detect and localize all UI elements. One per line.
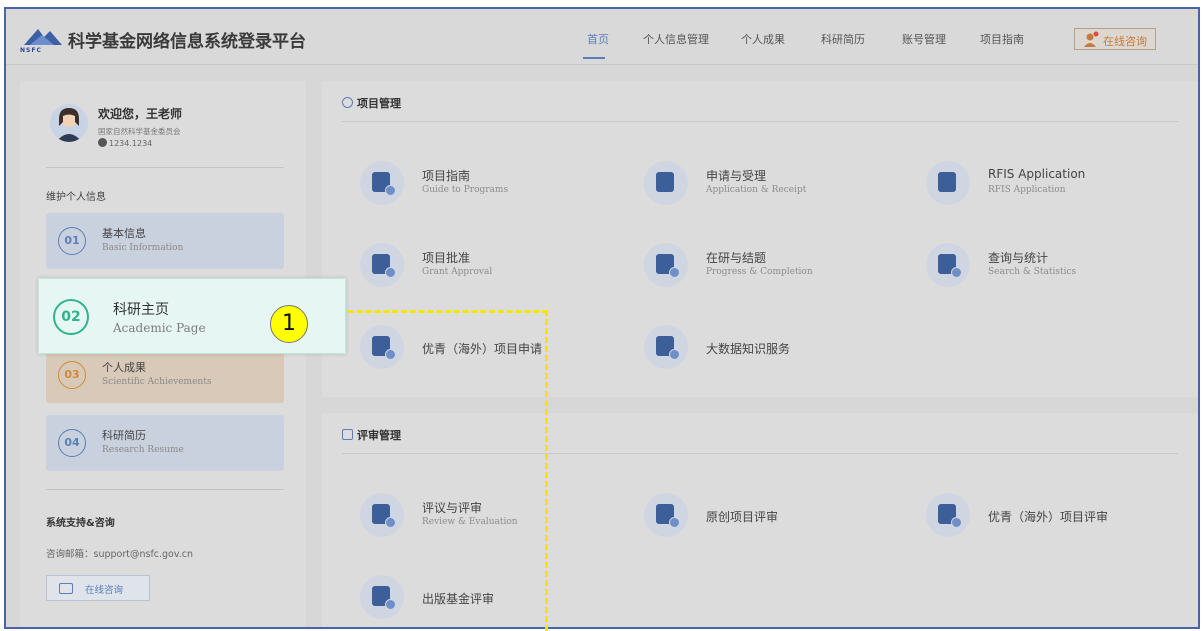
- menu-label: 基本信息: [102, 227, 146, 240]
- tile-overseas-review[interactable]: 优青（海外）项目评审: [926, 493, 1186, 537]
- menu-achievements[interactable]: 03 个人成果 Scientific Achievements: [46, 347, 284, 403]
- organization-name: 国家自然科学基金委员会: [98, 127, 181, 136]
- edit-icon: [656, 172, 674, 192]
- sidebar-consult-label: 在线咨询: [85, 585, 124, 596]
- menu-sublabel: Basic Information: [102, 243, 184, 253]
- tile-label: 项目批准: [422, 251, 471, 265]
- nav-guide[interactable]: 项目指南: [980, 31, 1024, 47]
- tile-progress-completion[interactable]: 在研与结题 Progress & Completion: [644, 243, 904, 287]
- sidebar: 欢迎您，王老师 国家自然科学基金委员会 1234.1234 维护个人信息 01 …: [20, 81, 306, 627]
- tile-grant-approval[interactable]: 项目批准 Grant Approval: [360, 243, 620, 287]
- tile-label: 查询与统计: [988, 251, 1049, 265]
- panel-title-text: 项目管理: [357, 97, 401, 110]
- logo-text: NSFC: [20, 47, 42, 54]
- tile-sublabel: Progress & Completion: [706, 267, 813, 277]
- sidebar-consult-button[interactable]: 在线咨询: [46, 575, 150, 601]
- id-icon: [98, 138, 107, 147]
- tile-sublabel: RFIS Application: [988, 185, 1066, 195]
- header-consult-label: 在线咨询: [1103, 35, 1147, 48]
- header-consult-button[interactable]: 在线咨询: [1074, 28, 1156, 50]
- annotation-callout-line: [348, 310, 548, 631]
- user-id: 1234.1234: [98, 138, 152, 148]
- tile-original-project-review[interactable]: 原创项目评审: [644, 493, 904, 537]
- tile-big-data-service[interactable]: 大数据知识服务: [644, 325, 904, 369]
- badge-icon: [669, 267, 680, 278]
- badge-icon: [669, 349, 680, 360]
- tile-label: 申请与受理: [706, 169, 767, 183]
- menu-number: 04: [58, 429, 86, 457]
- step-number-badge: 1: [270, 305, 308, 343]
- tile-label: 项目指南: [422, 169, 471, 183]
- panel-divider: [342, 121, 1178, 122]
- consult-person-icon: [1084, 31, 1099, 47]
- compass-icon: [342, 97, 353, 108]
- panel-title: 项目管理: [342, 95, 401, 111]
- tile-label: 大数据知识服务: [706, 342, 791, 356]
- user-avatar-icon: [56, 108, 82, 142]
- grid-icon: [938, 172, 956, 192]
- badge-icon: [385, 267, 396, 278]
- badge-icon: [385, 185, 396, 196]
- badge-icon: [669, 517, 680, 528]
- nav-account[interactable]: 账号管理: [902, 31, 946, 47]
- sidebar-divider: [46, 489, 284, 490]
- tile-label: 优青（海外）项目评审: [988, 510, 1109, 524]
- menu-resume[interactable]: 04 科研简历 Research Resume: [46, 415, 284, 471]
- chat-icon: [59, 583, 73, 594]
- tile-label: RFIS Application: [988, 167, 1086, 181]
- nav-resume[interactable]: 科研简历: [821, 31, 865, 47]
- support-email: 咨询邮箱：support@nsfc.gov.cn: [46, 549, 194, 560]
- menu-basic-info[interactable]: 01 基本信息 Basic Information: [46, 213, 284, 269]
- nav-active-underline: [583, 57, 605, 59]
- menu-number: 02: [53, 299, 89, 335]
- tile-label: 原创项目评审: [706, 510, 779, 524]
- tile-sublabel: Search & Statistics: [988, 267, 1077, 277]
- menu-number: 01: [58, 227, 86, 255]
- menu-label: 科研简历: [102, 429, 146, 442]
- nav-home[interactable]: 首页: [587, 31, 609, 47]
- nav-achievements[interactable]: 个人成果: [741, 31, 785, 47]
- user-id-value: 1234.1234: [109, 139, 153, 148]
- tile-application-receipt[interactable]: 申请与受理 Application & Receipt: [644, 161, 904, 205]
- tile-sublabel: Application & Receipt: [706, 185, 807, 195]
- badge-icon: [951, 517, 962, 528]
- menu-sublabel: Research Resume: [102, 445, 184, 455]
- section-label: 维护个人信息: [46, 192, 106, 203]
- sidebar-divider: [46, 167, 284, 168]
- menu-number: 03: [58, 361, 86, 389]
- top-header: NSFC 科学基金网络信息系统登录平台 首页 个人信息管理 个人成果 科研简历 …: [6, 9, 1198, 65]
- welcome-text: 欢迎您，王老师: [98, 107, 183, 121]
- tile-rfis-application[interactable]: RFIS Application RFIS Application: [926, 161, 1186, 205]
- tile-guide-to-programs[interactable]: 项目指南 Guide to Programs: [360, 161, 620, 205]
- tile-label: 在研与结题: [706, 251, 767, 265]
- menu-sublabel: Academic Page: [113, 321, 206, 335]
- menu-label: 个人成果: [102, 361, 146, 374]
- badge-icon: [951, 267, 962, 278]
- menu-label: 科研主页: [113, 302, 169, 318]
- menu-sublabel: Scientific Achievements: [102, 377, 212, 387]
- site-title: 科学基金网络信息系统登录平台: [68, 32, 306, 52]
- tile-search-statistics[interactable]: 查询与统计 Search & Statistics: [926, 243, 1186, 287]
- support-title: 系统支持&咨询: [46, 518, 115, 529]
- avatar: [50, 104, 88, 142]
- tile-sublabel: Grant Approval: [422, 267, 493, 277]
- nav-personal-info[interactable]: 个人信息管理: [643, 31, 709, 47]
- tile-sublabel: Guide to Programs: [422, 185, 509, 195]
